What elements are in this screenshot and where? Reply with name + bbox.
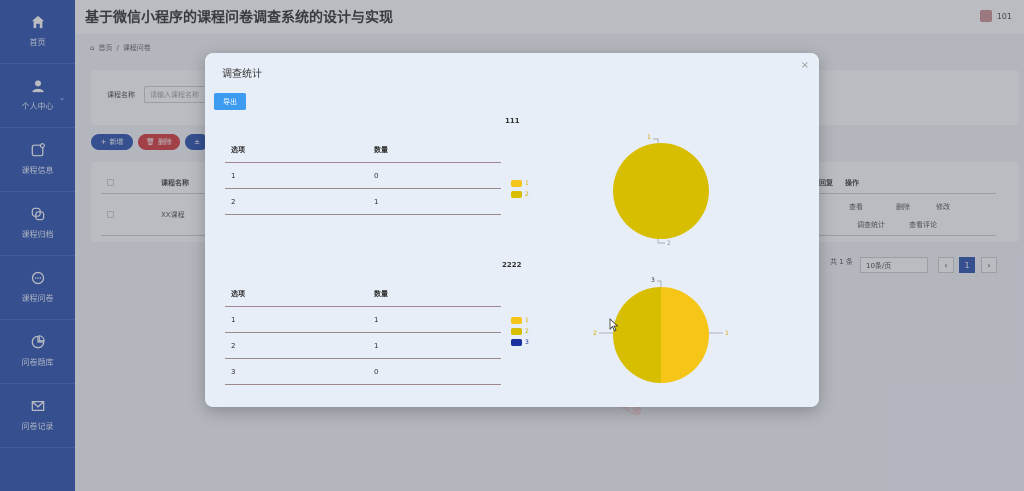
option-cell: 3	[231, 367, 236, 376]
legend-swatch	[511, 339, 522, 346]
pie-label: 3	[651, 277, 655, 284]
pie-label: 2	[593, 330, 597, 337]
legend-swatch	[511, 317, 522, 324]
legend-label: 3	[525, 339, 529, 346]
chart-legend: 1 2 3	[511, 317, 529, 350]
question-title: 2222	[502, 261, 522, 269]
legend-swatch	[511, 328, 522, 335]
table-row: 1 0	[225, 163, 501, 189]
pie-label: 1	[725, 330, 729, 337]
count-cell: 1	[374, 341, 379, 350]
stats-table: 选项 数量 1 0 2 1	[225, 137, 501, 215]
legend-item[interactable]: 3	[511, 339, 529, 346]
table-row: 1 1	[225, 307, 501, 333]
table-row: 2 1	[225, 189, 501, 215]
table-header: 选项 数量	[225, 137, 501, 163]
column-header-count: 数量	[374, 145, 388, 154]
pie-slice-2[interactable]	[613, 287, 661, 383]
legend-label: 2	[525, 191, 529, 198]
count-cell: 0	[374, 171, 379, 180]
pie-chart-1: 12	[613, 134, 709, 247]
chart-legend: 1 2	[511, 180, 529, 202]
survey-stats-dialog: 调查统计 × 导出 111 选项 数量 1 0 2 1 1 2 12 2222 …	[205, 53, 819, 407]
pie-label-leader	[657, 280, 662, 287]
pie-slice-1[interactable]	[661, 287, 709, 383]
count-cell: 0	[374, 367, 379, 376]
pie-label: 1	[647, 134, 651, 141]
export-button[interactable]: 导出	[214, 93, 246, 110]
option-cell: 2	[231, 341, 236, 350]
pie-chart-2: 1 2 3	[593, 277, 729, 383]
table-header: 选项 数量	[225, 281, 501, 307]
stats-table: 选项 数量 1 1 2 1 3 0	[225, 281, 501, 385]
count-cell: 1	[374, 197, 379, 206]
mouse-cursor-icon	[609, 318, 619, 332]
close-icon[interactable]: ×	[801, 60, 809, 71]
option-cell: 1	[231, 171, 236, 180]
question-title: 111	[505, 117, 520, 125]
legend-swatch	[511, 180, 522, 187]
pie-label-leader	[657, 239, 665, 244]
column-header-count: 数量	[374, 289, 388, 298]
legend-label: 2	[525, 328, 529, 335]
legend-label: 1	[525, 317, 529, 324]
legend-item[interactable]: 1	[511, 317, 529, 324]
legend-item[interactable]: 2	[511, 191, 529, 198]
legend-swatch	[511, 191, 522, 198]
column-header-option: 选项	[231, 145, 245, 154]
pie-slice-2[interactable]	[613, 143, 709, 239]
dialog-title: 调查统计	[222, 69, 262, 80]
legend-label: 1	[525, 180, 529, 187]
table-row: 3 0	[225, 359, 501, 385]
option-cell: 2	[231, 197, 236, 206]
count-cell: 1	[374, 315, 379, 324]
option-cell: 1	[231, 315, 236, 324]
pie-label: 2	[667, 240, 671, 247]
column-header-option: 选项	[231, 289, 245, 298]
table-row: 2 1	[225, 333, 501, 359]
legend-item[interactable]: 1	[511, 180, 529, 187]
pie-label-leader	[653, 138, 659, 143]
legend-item[interactable]: 2	[511, 328, 529, 335]
